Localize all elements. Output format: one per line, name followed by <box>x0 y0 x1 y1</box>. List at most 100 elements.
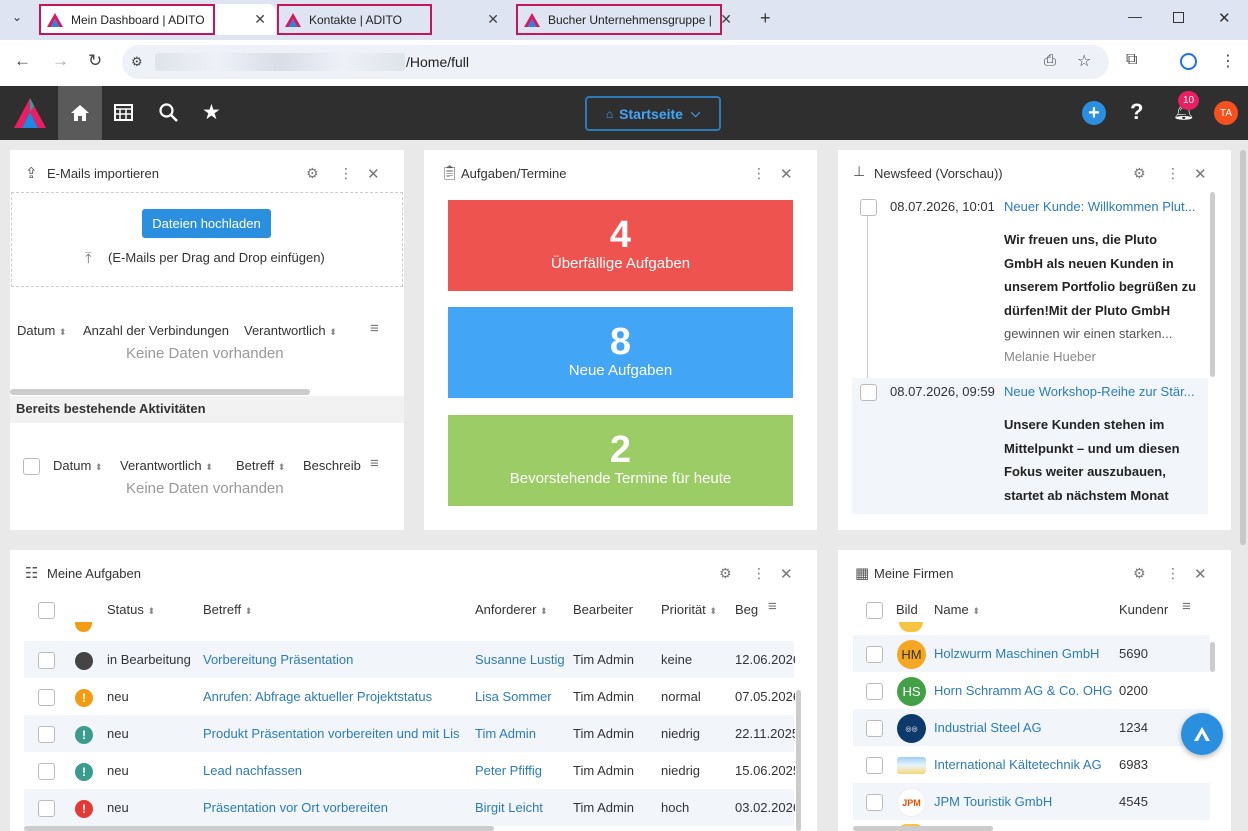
bookmark-star-icon[interactable]: ☆ <box>1077 51 1091 71</box>
row-checkbox[interactable] <box>866 794 883 811</box>
subject-link[interactable]: Vorbereitung Präsentation <box>203 652 353 667</box>
row-checkbox[interactable] <box>38 763 55 780</box>
vertical-scrollbar[interactable] <box>1210 642 1215 672</box>
search-button[interactable] <box>159 103 178 125</box>
minimize-button[interactable]: — <box>1128 8 1142 24</box>
more-options-icon[interactable]: ⋮ <box>752 165 766 182</box>
col-header-bearbeiter[interactable]: Bearbeiter <box>573 602 633 617</box>
col-header-beschreibung[interactable]: Beschreib <box>303 458 361 473</box>
close-icon[interactable]: ✕ <box>367 165 380 183</box>
subject-link[interactable]: Lead nachfassen <box>203 763 302 778</box>
favorites-button[interactable]: ★ <box>202 100 221 125</box>
col-header-betreff[interactable]: Betreff ⬍ <box>203 602 252 617</box>
news-title-link[interactable]: Neue Workshop-Reihe zur Stär... <box>1004 384 1195 399</box>
tab-dashboard[interactable]: Mein Dashboard | ADITO ✕ <box>39 4 276 35</box>
company-name-link[interactable]: Holzwurm Maschinen GmbH <box>934 646 1099 661</box>
tab-kontakte[interactable]: Kontakte | ADITO ✕ <box>277 4 509 35</box>
add-button[interactable]: + <box>1082 101 1106 125</box>
col-header-datum[interactable]: Datum ⬍ <box>53 458 102 473</box>
profile-icon[interactable] <box>1180 53 1197 70</box>
subject-link[interactable]: Produkt Präsentation vorbereiten und mit… <box>203 726 469 741</box>
column-menu-icon[interactable]: ≡ <box>370 455 379 472</box>
news-title-link[interactable]: Neuer Kunde: Willkommen Plut... <box>1004 199 1195 214</box>
subject-link[interactable]: Präsentation vor Ort vorbereiten <box>203 800 388 815</box>
overdue-tasks-tile[interactable]: 4 Überfällige Aufgaben <box>448 200 793 291</box>
select-all-checkbox[interactable] <box>23 458 40 475</box>
help-button[interactable]: ? <box>1130 99 1143 125</box>
back-button[interactable]: ← <box>14 51 31 71</box>
requester-link[interactable]: Peter Pfiffig <box>475 763 542 778</box>
new-tab-button[interactable]: + <box>760 8 771 29</box>
col-header-verbindungen[interactable]: Anzahl der Verbindungen <box>83 323 229 338</box>
vertical-scrollbar[interactable] <box>796 690 801 831</box>
upcoming-appointments-tile[interactable]: 2 Bevorstehende Termine für heute <box>448 415 793 506</box>
requester-link[interactable]: Susanne Lustig <box>475 652 565 667</box>
col-header-verantwortlich[interactable]: Verantwortlich ⬍ <box>120 458 213 473</box>
column-menu-icon[interactable]: ≡ <box>768 598 777 615</box>
col-header-status[interactable]: Status ⬍ <box>107 602 155 617</box>
col-header-kundennr[interactable]: Kundenr <box>1119 602 1168 617</box>
upload-files-button[interactable]: Dateien hochladen <box>142 209 271 238</box>
col-header-betreff[interactable]: Betreff ⬍ <box>236 458 285 473</box>
column-menu-icon[interactable]: ≡ <box>370 320 379 337</box>
browser-menu-icon[interactable]: ⋮ <box>1220 51 1236 71</box>
col-header-bild[interactable]: Bild <box>896 602 918 617</box>
settings-gear-icon[interactable]: ⚙ <box>306 165 319 182</box>
settings-gear-icon[interactable]: ⚙ <box>1133 565 1146 582</box>
select-all-checkbox[interactable] <box>38 602 55 619</box>
more-options-icon[interactable]: ⋮ <box>1166 165 1180 182</box>
row-checkbox[interactable] <box>866 720 883 737</box>
new-tasks-tile[interactable]: 8 Neue Aufgaben <box>448 307 793 398</box>
row-checkbox[interactable] <box>38 726 55 743</box>
calendar-button[interactable] <box>114 103 133 124</box>
company-name-link[interactable]: JPM Touristik GmbH <box>934 794 1052 809</box>
horizontal-scrollbar[interactable] <box>10 389 310 395</box>
adito-assistant-button[interactable] <box>1181 713 1223 755</box>
close-window-button[interactable]: ✕ <box>1218 9 1231 27</box>
more-options-icon[interactable]: ⋮ <box>1166 565 1180 582</box>
requester-link[interactable]: Birgit Leicht <box>475 800 543 815</box>
select-all-checkbox[interactable] <box>866 602 883 619</box>
news-item-checkbox[interactable] <box>860 384 877 401</box>
horizontal-scrollbar[interactable] <box>853 826 993 831</box>
company-name-link[interactable]: Industrial Steel AG <box>934 720 1042 735</box>
close-icon[interactable]: ✕ <box>1194 565 1207 583</box>
start-page-select[interactable]: ⌂ Startseite ⌵ <box>585 96 721 131</box>
requester-link[interactable]: Lisa Sommer <box>475 689 552 704</box>
more-options-icon[interactable]: ⋮ <box>339 165 353 182</box>
col-header-verantwortlich[interactable]: Verantwortlich ⬍ <box>244 323 337 338</box>
horizontal-scrollbar[interactable] <box>24 826 494 831</box>
company-name-link[interactable]: International Kältetechnik AG <box>934 757 1102 772</box>
row-checkbox[interactable] <box>866 683 883 700</box>
col-header-datum[interactable]: Datum ⬍ <box>17 323 66 338</box>
news-item-checkbox[interactable] <box>860 199 877 216</box>
maximize-button[interactable] <box>1173 12 1184 23</box>
col-header-prioritaet[interactable]: Priorität ⬍ <box>661 602 717 617</box>
vertical-scrollbar[interactable] <box>1210 192 1215 377</box>
adito-logo-icon[interactable] <box>14 98 46 131</box>
close-icon[interactable]: ✕ <box>780 165 793 183</box>
page-scrollbar[interactable] <box>1240 150 1246 545</box>
settings-gear-icon[interactable]: ⚙ <box>719 565 732 582</box>
tab-list-dropdown[interactable]: ⌄ <box>12 10 22 24</box>
settings-gear-icon[interactable]: ⚙ <box>1133 165 1146 182</box>
close-icon[interactable]: ✕ <box>487 11 499 28</box>
company-name-link[interactable]: Horn Schramm AG & Co. OHG <box>934 683 1112 698</box>
home-button[interactable] <box>58 86 102 140</box>
forward-button[interactable]: → <box>52 51 69 71</box>
row-checkbox[interactable] <box>866 757 883 774</box>
column-menu-icon[interactable]: ≡ <box>1182 598 1191 615</box>
row-checkbox[interactable] <box>38 800 55 817</box>
row-checkbox[interactable] <box>38 652 55 669</box>
close-icon[interactable]: ✕ <box>254 11 266 28</box>
col-header-beginn[interactable]: Beg <box>735 602 758 617</box>
col-header-name[interactable]: Name ⬍ <box>934 602 980 617</box>
reload-button[interactable]: ↻ <box>88 51 102 71</box>
close-icon[interactable]: ✕ <box>1194 165 1207 183</box>
row-checkbox[interactable] <box>866 646 883 663</box>
extensions-icon[interactable]: ⧉ <box>1126 51 1137 69</box>
user-avatar[interactable]: TA <box>1214 101 1238 125</box>
close-icon[interactable]: ✕ <box>780 565 793 583</box>
col-header-anforderer[interactable]: Anforderer ⬍ <box>475 602 548 617</box>
tab-bucher[interactable]: Bucher Unternehmensgruppe | ✕ <box>516 4 742 35</box>
